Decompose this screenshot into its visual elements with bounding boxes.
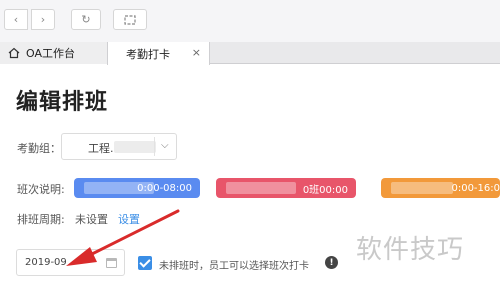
reload-button[interactable]: ↻ (71, 9, 101, 30)
select-divider (154, 137, 155, 156)
back-button[interactable]: ‹ (4, 9, 28, 30)
tab-oa-workbench[interactable]: OA工作台 (0, 42, 107, 64)
month-picker[interactable]: 2019-09 (16, 249, 125, 276)
redacted-text (114, 141, 156, 153)
allow-shift-choice-checkbox[interactable] (138, 256, 152, 270)
schedule-cycle-label: 排班周期: (17, 213, 65, 226)
shift-badge-2-text: 0班00:00 (302, 184, 348, 196)
back-icon: ‹ (13, 13, 19, 26)
schedule-cycle-value: 未设置 (75, 213, 108, 226)
shift-badge-3[interactable]: 0:00-16:0 (381, 178, 500, 198)
info-icon[interactable]: ! (325, 256, 338, 269)
home-icon (8, 47, 20, 59)
browser-toolbar: ‹ › ↻ (0, 0, 500, 42)
reload-icon: ↻ (81, 13, 91, 26)
month-picker-value: 2019-09 (25, 257, 67, 268)
shift-description-label: 班次说明: (17, 183, 65, 196)
shift-badge-3-text: 0:00-16:0 (451, 182, 500, 194)
chevron-down-icon: ⌵ (161, 140, 169, 151)
watermark: 软件技巧 (356, 235, 465, 265)
redacted-text (226, 182, 296, 194)
schedule-cycle-set-link[interactable]: 设置 (118, 211, 140, 227)
tab-oa-label: OA工作台 (26, 47, 75, 60)
forward-button[interactable]: › (31, 9, 55, 30)
redacted-text (84, 182, 154, 194)
close-icon[interactable]: × (192, 46, 201, 59)
calendar-icon[interactable] (106, 258, 117, 268)
page-title: 编辑排班 (16, 90, 109, 115)
tab-attendance-label: 考勤打卡 (126, 47, 170, 61)
tab-strip: OA工作台 考勤打卡 × (0, 42, 500, 65)
forward-icon: › (40, 13, 46, 26)
attendance-group-value: 工程. (88, 142, 114, 155)
tab-attendance[interactable]: 考勤打卡 × (107, 42, 210, 65)
attendance-group-select[interactable]: 工程. ⌵ (61, 133, 177, 160)
shift-badge-2[interactable]: 0班00:00 (216, 178, 356, 198)
shift-badge-1[interactable]: 0:00-08:00 (74, 178, 200, 198)
window-button[interactable] (113, 9, 147, 30)
window-icon (124, 14, 136, 25)
allow-shift-choice-label: 未排班时，员工可以选择班次打卡 (159, 261, 309, 272)
redacted-text (391, 182, 453, 194)
attendance-group-label: 考勤组： (17, 142, 61, 155)
